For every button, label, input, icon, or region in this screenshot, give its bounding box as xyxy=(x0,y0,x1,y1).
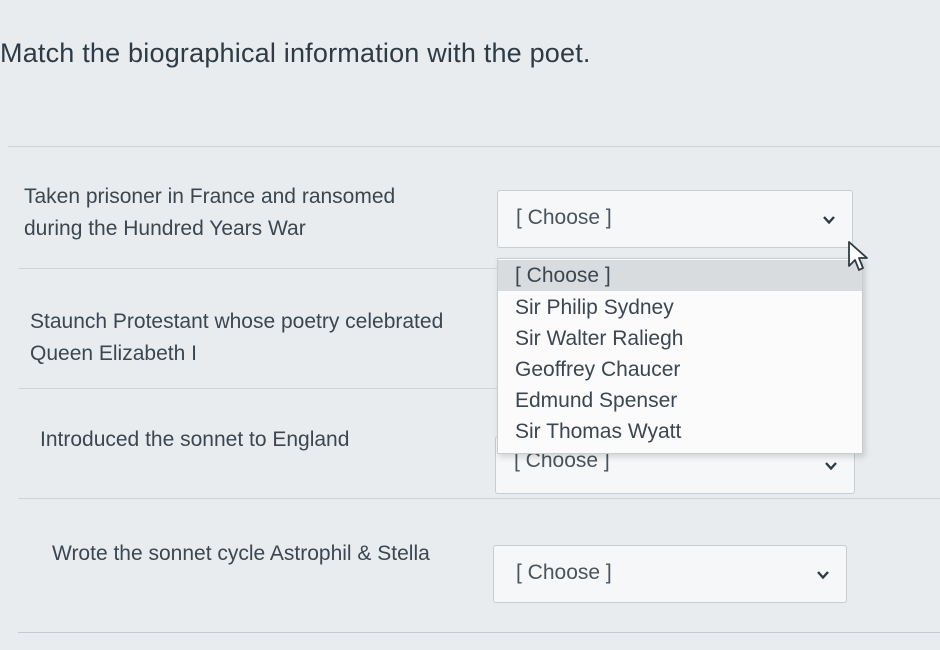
question-title: Match the biographical information with … xyxy=(0,38,591,68)
divider xyxy=(18,388,498,389)
mouse-pointer-icon xyxy=(848,241,868,271)
dropdown-option[interactable]: Edmund Spenser xyxy=(498,385,862,416)
poet-select-4[interactable]: [ Choose ] xyxy=(493,545,847,603)
match-prompt-1: Taken prisoner in France and ransomed du… xyxy=(24,185,396,240)
dropdown-option[interactable]: Sir Thomas Wyatt xyxy=(498,416,862,447)
dropdown-option[interactable]: [ Choose ] xyxy=(498,260,862,291)
chevron-down-icon xyxy=(823,216,835,225)
chevron-down-icon xyxy=(825,462,837,471)
poet-dropdown-list: [ Choose ] Sir Philip Sydney Sir Walter … xyxy=(497,258,863,454)
divider xyxy=(18,268,498,269)
chevron-down-icon xyxy=(817,571,829,580)
divider xyxy=(18,498,940,499)
dropdown-option[interactable]: Sir Philip Sydney xyxy=(498,292,862,323)
question-frame-bottom xyxy=(18,632,940,633)
dropdown-option[interactable]: Sir Walter Raliegh xyxy=(498,323,862,354)
match-prompt-3: Introduced the sonnet to England xyxy=(40,428,350,451)
divider xyxy=(8,146,940,147)
dropdown-option[interactable]: Geoffrey Chaucer xyxy=(498,354,862,385)
poet-select-1[interactable]: [ Choose ] xyxy=(497,190,853,248)
match-prompt-4: Wrote the sonnet cycle Astrophil & Stell… xyxy=(52,542,430,565)
select-value: [ Choose ] xyxy=(516,561,612,584)
match-prompt-2: Staunch Protestant whose poetry celebrat… xyxy=(30,310,444,365)
select-value: [ Choose ] xyxy=(516,206,612,229)
